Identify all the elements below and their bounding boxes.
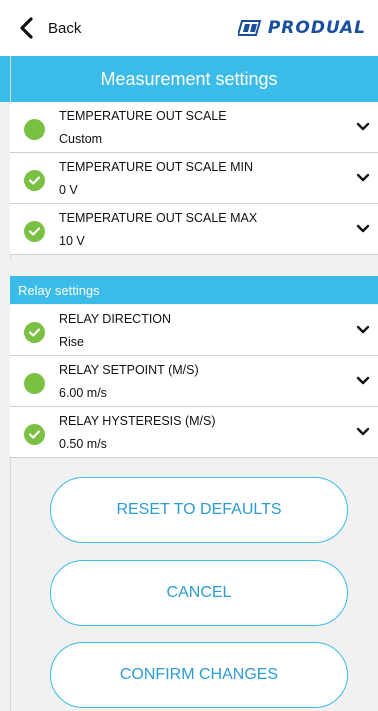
chevron-down-icon[interactable] [356,374,370,388]
setting-row-relay-setpoint[interactable]: RELAY SETPOINT (M/S) 6.00 m/s [10,356,378,407]
confirm-changes-button[interactable]: CONFIRM CHANGES [50,642,348,708]
check-circle-icon [24,424,45,445]
setting-value: 0 V [59,183,78,197]
chevron-left-icon [16,17,38,39]
setting-label: TEMPERATURE OUT SCALE MAX [59,211,258,225]
produal-logo: PRODUAL [236,18,366,38]
top-bar: Back PRODUAL [0,0,378,56]
back-label: Back [48,19,82,37]
cancel-button[interactable]: CANCEL [50,560,348,626]
back-button[interactable]: Back [16,17,81,39]
chevron-down-icon[interactable] [356,222,370,236]
setting-row-temperature-out-scale-max[interactable]: TEMPERATURE OUT SCALE MAX 10 V [10,204,378,255]
chevron-down-icon[interactable] [356,171,370,185]
setting-value: Rise [59,335,85,349]
setting-row-temperature-out-scale-min[interactable]: TEMPERATURE OUT SCALE MIN 0 V [10,153,378,204]
status-dot-icon [24,119,45,140]
setting-value: 0.50 m/s [59,437,107,451]
logo-text: PRODUAL [267,18,366,38]
produal-logo-icon [236,19,264,37]
measurement-settings-list: TEMPERATURE OUT SCALE Custom TEMPERATURE… [10,102,378,255]
chevron-down-icon[interactable] [356,323,370,337]
setting-label: TEMPERATURE OUT SCALE MIN [59,160,254,174]
relay-settings-list: RELAY DIRECTION Rise RELAY SETPOINT (M/S… [10,305,378,458]
setting-label: RELAY SETPOINT (M/S) [59,363,199,377]
chevron-down-icon[interactable] [356,425,370,439]
check-circle-icon [24,170,45,191]
check-circle-icon [24,322,45,343]
setting-row-temperature-out-scale[interactable]: TEMPERATURE OUT SCALE Custom [10,102,378,153]
setting-row-relay-hysteresis[interactable]: RELAY HYSTERESIS (M/S) 0.50 m/s [10,407,378,458]
setting-value: Custom [59,132,103,146]
chevron-down-icon[interactable] [356,120,370,134]
setting-value: 6.00 m/s [59,386,107,400]
setting-label: RELAY DIRECTION [59,312,172,326]
page-title: Measurement settings [0,56,378,102]
relay-settings-header: Relay settings [10,276,378,304]
setting-value: 10 V [59,234,85,248]
setting-label: TEMPERATURE OUT SCALE [59,109,227,123]
setting-row-relay-direction[interactable]: RELAY DIRECTION Rise [10,305,378,356]
check-circle-icon [24,221,45,242]
status-dot-icon [24,373,45,394]
reset-to-defaults-button[interactable]: RESET TO DEFAULTS [50,477,348,543]
section-gap [10,260,378,276]
setting-label: RELAY HYSTERESIS (M/S) [59,414,216,428]
